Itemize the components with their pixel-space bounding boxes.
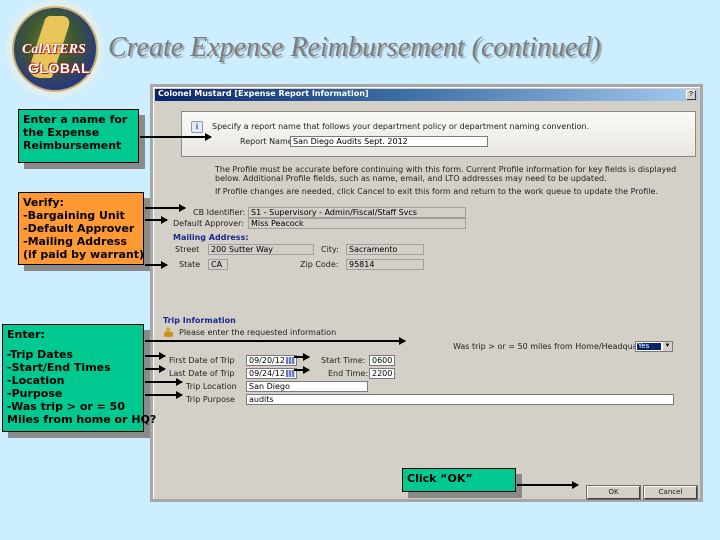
callout-text: Miles from home or HQ? [7, 413, 157, 426]
report-name-panel: i Specify a report name that follows you… [181, 111, 696, 157]
logo-text-global: GLOBAL [28, 60, 91, 76]
city-field: Sacramento [346, 244, 424, 255]
callout-text: Reimbursement [23, 139, 122, 152]
callout-spacer [7, 341, 139, 348]
default-approver-label: Default Approver: [173, 219, 244, 228]
trip-purpose-label: Trip Purpose [186, 395, 235, 404]
fifty-miles-selected-value: Yes [637, 343, 661, 350]
profile-note-line-2: below. Additional Profile fields, such a… [215, 174, 607, 183]
logo-text-calaters: CalATERS [22, 42, 86, 57]
street-field: 200 Sutter Way [208, 244, 314, 255]
callout-click-ok: Click “OK” [402, 468, 516, 492]
arrow-to-mailing-address [145, 261, 168, 269]
cb-identifier-label: CB Identifier: [193, 208, 246, 217]
arrow-to-trip-location [145, 378, 183, 386]
cb-identifier-field: S1 - Supervisory - Admin/Fiscal/Staff Sv… [248, 207, 466, 218]
trip-location-label: Trip Location [186, 382, 237, 391]
callout-text: -Trip Dates [7, 348, 73, 361]
default-approver-field: Miss Peacock [248, 218, 466, 229]
report-name-instructions: Specify a report name that follows your … [212, 122, 590, 131]
callout-enter-trip: Enter: -Trip Dates -Start/End Times -Loc… [2, 324, 157, 432]
first-date-input[interactable]: 09/20/12 [246, 355, 297, 366]
callout-text: Verify: [23, 196, 64, 209]
callout-text: (if paid by warrant) [23, 248, 145, 261]
fifty-miles-label: Was trip > or = 50 miles from Home/Headq… [453, 342, 661, 351]
arrow-to-ok-button [517, 481, 579, 489]
arrow-to-end-time [294, 366, 310, 374]
city-label: City: [321, 245, 339, 254]
trip-location-input[interactable]: San Diego [246, 381, 368, 392]
report-name-input[interactable]: San Diego Audits Sept. 2012 [290, 136, 488, 147]
arrow-to-report-name [140, 133, 212, 141]
last-date-value: 09/24/12 [249, 369, 285, 378]
arrow-to-fifty-miles [145, 337, 406, 345]
arrow-to-default-approver [145, 216, 168, 224]
start-time-input[interactable]: 0600 [369, 355, 395, 366]
end-time-label: End Time: [328, 369, 369, 378]
profile-note-line-3: If Profile changes are needed, click Can… [215, 187, 658, 196]
state-label: State [179, 260, 201, 269]
state-field: CA [208, 259, 228, 270]
ok-button[interactable]: OK [587, 486, 640, 499]
calendar-icon[interactable] [286, 357, 295, 364]
callout-text: -Start/End Times [7, 361, 111, 374]
street-label: Street [175, 245, 200, 254]
arrow-to-trip-purpose [145, 391, 183, 399]
callout-verify: Verify: -Bargaining Unit -Default Approv… [18, 192, 144, 265]
callout-text: Enter a name for [23, 113, 128, 126]
arrow-to-first-date [145, 352, 166, 360]
callout-text: -Location [7, 374, 65, 387]
calendar-icon[interactable] [286, 370, 295, 377]
callout-text: the Expense [23, 126, 100, 139]
callout-text: -Mailing Address [23, 235, 128, 248]
last-date-label: Last Date of Trip [169, 369, 235, 378]
first-date-value: 09/20/12 [249, 356, 285, 365]
callout-report-name: Enter a name for the Expense Reimburseme… [18, 109, 139, 163]
calaters-global-logo: CalATERS GLOBAL [6, 0, 104, 98]
zip-code-label: Zip Code: [300, 260, 339, 269]
trip-instructions: Please enter the requested information [179, 328, 337, 337]
arrow-to-cb-identifier [145, 204, 186, 212]
dialog-title: Colonel Mustard [Expense Report Informat… [158, 89, 369, 98]
callout-text: -Was trip > or = 50 [7, 400, 125, 413]
chevron-down-icon[interactable]: ▼ [662, 342, 672, 351]
trip-purpose-input[interactable]: audits [246, 394, 674, 405]
page-title: Create Expense Reimbursement (continued) [108, 32, 601, 63]
trip-information-heading: Trip Information [163, 316, 236, 325]
user-info-icon [164, 327, 173, 337]
callout-text: Enter: [7, 328, 45, 341]
info-icon: i [191, 121, 203, 133]
arrow-to-last-date [145, 365, 166, 373]
start-time-label: Start Time: [321, 356, 366, 365]
report-name-label: Report Name: [240, 137, 296, 146]
dialog-titlebar: Colonel Mustard [Expense Report Informat… [155, 89, 698, 101]
cancel-button[interactable]: Cancel [644, 486, 697, 499]
help-button[interactable]: ? [686, 90, 696, 100]
last-date-input[interactable]: 09/24/12 [246, 368, 297, 379]
callout-text: Click “OK” [407, 472, 473, 485]
profile-note-line-1: The Profile must be accurate before cont… [215, 165, 677, 174]
zip-code-field: 95814 [346, 259, 424, 270]
end-time-input[interactable]: 2200 [369, 368, 395, 379]
expense-report-dialog: Colonel Mustard [Expense Report Informat… [150, 84, 703, 502]
callout-text: -Purpose [7, 387, 63, 400]
mailing-address-heading: Mailing Address: [173, 233, 249, 242]
callout-text: -Bargaining Unit [23, 209, 125, 222]
fifty-miles-select[interactable]: Yes ▼ [635, 341, 673, 352]
arrow-to-start-time [294, 353, 310, 361]
first-date-label: First Date of Trip [169, 356, 235, 365]
callout-text: -Default Approver [23, 222, 135, 235]
